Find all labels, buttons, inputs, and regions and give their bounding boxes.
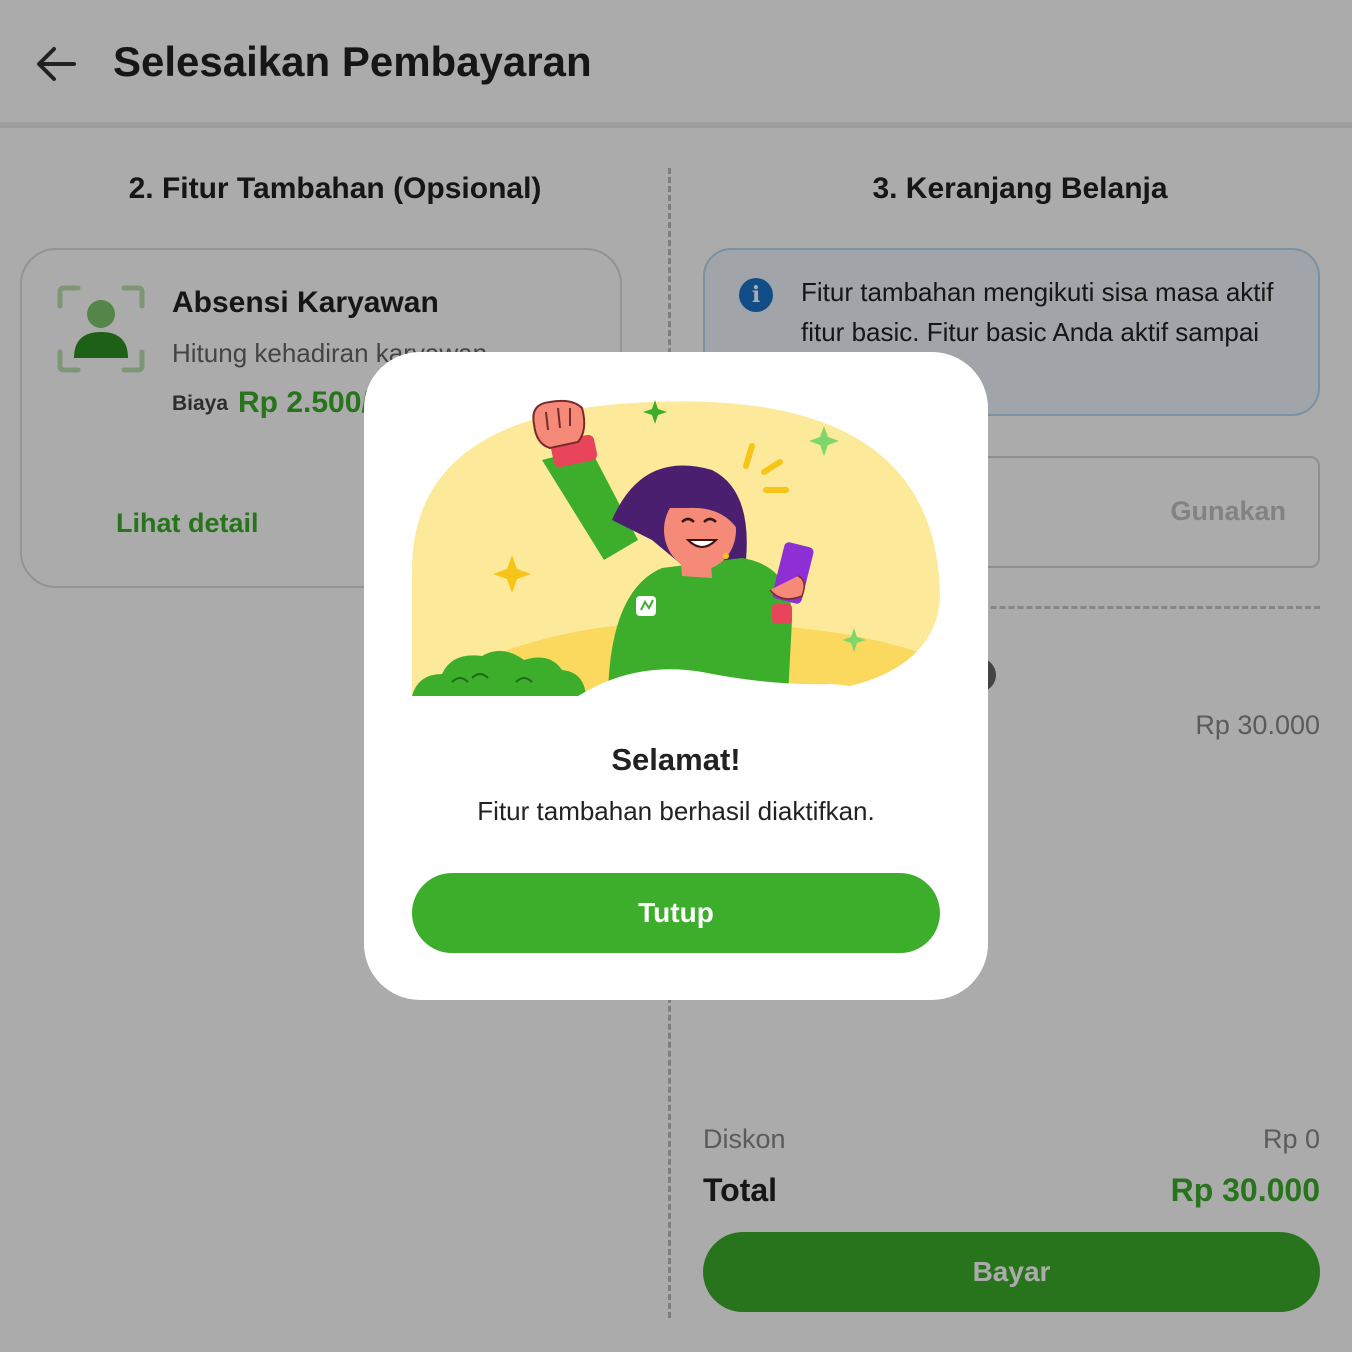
celebrating-woman-illustration xyxy=(412,399,940,700)
close-button[interactable]: Tutup xyxy=(412,873,940,953)
modal-title: Selamat! xyxy=(611,742,741,777)
modal-message: Fitur tambahan berhasil diaktifkan. xyxy=(477,796,875,826)
success-dialog: Selamat! Fitur tambahan berhasil diaktif… xyxy=(364,352,988,1000)
